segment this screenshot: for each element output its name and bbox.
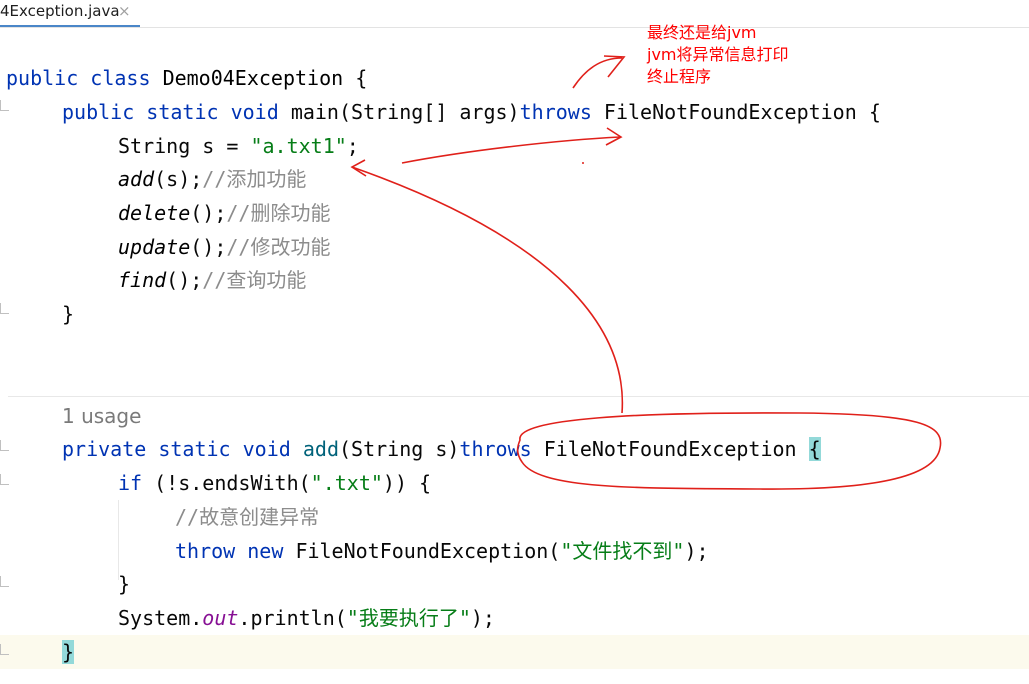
annotation-ellipse: [516, 412, 942, 490]
arrow-head: [605, 127, 623, 146]
annotation-arrow-to-add: [351, 166, 624, 414]
annotation-dot: [582, 162, 584, 164]
arrow-head: [350, 159, 367, 177]
annotation-arrow-to-throws: [401, 136, 621, 164]
annotation-arrow-to-text: [572, 57, 623, 89]
annotation-overlay: [350, 55, 942, 490]
